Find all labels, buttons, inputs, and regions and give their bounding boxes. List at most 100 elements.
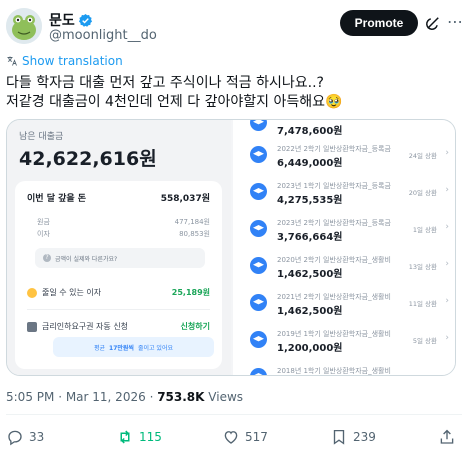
action-bar: 33 115 517 239 (0, 425, 468, 451)
meta-separator: · (58, 390, 66, 404)
loan-name: 2022년 2학기 일반상환학자금_등록금 (277, 145, 391, 153)
repost-button[interactable]: 115 (116, 428, 162, 446)
translate-icon (7, 56, 17, 66)
coin-icon (27, 287, 37, 298)
loan-due: 13일 상환 (408, 263, 437, 271)
chevron-right-icon: › (445, 259, 449, 269)
tweet-text: 다들 학자금 대출 먼저 갚고 주식이나 적금 하시나요..? 저같경 대출금이… (6, 74, 462, 112)
show-translation-link[interactable]: Show translation (6, 54, 123, 68)
repost-count: 115 (139, 430, 162, 444)
promote-button[interactable]: Promote (340, 10, 418, 36)
loan-item: 2023년 1학기 일반상환학자금_등록금 4,275,535원 20일 상환 … (233, 175, 455, 211)
question-icon: ? (43, 254, 51, 262)
like-count: 517 (245, 430, 268, 444)
loan-amount: 3,766,664원 (277, 232, 343, 243)
loan-due: 11일 상환 (408, 300, 437, 308)
auto-apply-row: 금리인하요구권 자동 신청 (27, 321, 128, 332)
grok-icon[interactable] (424, 14, 442, 32)
loan-item: 2023년 2학기 일반상환학자금_등록금 3,766,664원 1일 상환 › (233, 212, 455, 248)
frog-avatar-icon (6, 8, 42, 44)
banner-suffix: 줄이고 있어요 (137, 344, 173, 352)
chevron-right-icon: › (445, 185, 449, 195)
loan-amount: 1,200,000원 (277, 343, 343, 354)
loan-item: 2018년 1학기 일반상환학자금_생활비 (233, 360, 455, 375)
graduation-cap-icon (250, 368, 267, 375)
reply-count: 33 (29, 430, 45, 444)
tweet-line-2: 저같경 대출금이 4천인데 언제 다 갚아야할지 아득해요🥹 (6, 94, 343, 110)
loan-name: 2023년 1학기 일반상환학자금_등록금 (277, 182, 391, 190)
interest-label: 이자 (37, 230, 50, 238)
remaining-loan-amount: 42,622,616원 (19, 148, 157, 170)
monthly-payment-title: 이번 달 갚을 돈 (27, 194, 87, 204)
calendar-icon (27, 321, 37, 332)
loan-name: 2023년 2학기 일반상환학자금_등록금 (277, 219, 391, 227)
repost-icon (120, 430, 130, 444)
bookmark-count: 239 (353, 430, 376, 444)
monthly-payment-total: 558,037원 (160, 194, 210, 204)
principal-label: 원금 (37, 218, 50, 226)
loan-amount: 1,462,500원 (277, 306, 343, 317)
loan-item: 2021년 2학기 일반상환학자금_생활비 1,462,500원 11일 상환 … (233, 286, 455, 322)
loan-amount: 4,275,535원 (277, 195, 343, 206)
interest-value: 80,853원 (179, 230, 210, 238)
display-name[interactable]: 문도 (49, 10, 75, 30)
share-icon (440, 429, 454, 444)
chevron-right-icon: › (445, 333, 449, 343)
loan-name: 2018년 1학기 일반상환학자금_생활비 (277, 367, 391, 375)
savable-interest-label: 줄일 수 있는 이자 (42, 288, 102, 297)
divider (6, 414, 462, 415)
translate-label: Show translation (22, 54, 123, 68)
handle[interactable]: @moonlight__do (49, 28, 157, 43)
bookmark-button[interactable]: 239 (330, 428, 376, 446)
reply-icon (8, 430, 22, 446)
graduation-cap-icon (250, 183, 267, 200)
more-options-icon[interactable]: ⋯ (446, 14, 464, 32)
loan-item: 2019년 1학기 일반상환학자금_생활비 1,200,000원 5일 상환 › (233, 323, 455, 359)
tweet-date[interactable]: Mar 11, 2026 (66, 390, 146, 404)
loan-item: 2022년 2학기 일반상환학자금_등록금 6,449,000원 24일 상환 … (233, 138, 455, 174)
name-row: 문도 (49, 10, 93, 30)
chevron-right-icon: › (445, 296, 449, 306)
reply-button[interactable]: 33 (6, 428, 44, 446)
graduation-cap-icon (250, 220, 267, 237)
loan-due: 5일 상환 (412, 337, 437, 345)
loan-list-screenshot: 7,478,600원 2022년 2학기 일반상환학자금_등록금 6,449,0… (233, 120, 455, 375)
media-attachment[interactable]: 남은 대출금 42,622,616원 이번 달 갚을 돈 558,037원 원금… (6, 119, 456, 376)
graduation-cap-icon (250, 294, 267, 311)
loan-amount: 6,449,000원 (277, 158, 343, 169)
banner-bold: 17만원씩 (109, 344, 134, 352)
tweet-header: 문도 @moonlight__do Promote ⋯ (6, 8, 464, 44)
auto-apply-link: 신청하기 (180, 322, 210, 331)
graduation-cap-icon (250, 257, 267, 274)
views-label: Views (208, 390, 244, 404)
savings-banner: 평균 17만원씩 줄이고 있어요 (53, 337, 214, 357)
loan-name: 2021년 2학기 일반상환학자금_생활비 (277, 293, 391, 301)
loan-summary-screenshot: 남은 대출금 42,622,616원 이번 달 갚을 돈 558,037원 원금… (7, 120, 231, 375)
savable-interest-row: 줄일 수 있는 이자 (27, 287, 101, 298)
view-count: 753.8K (157, 390, 205, 404)
amount-mismatch-help: ? 금액이 실제와 다른가요? (35, 248, 205, 268)
auto-apply-label: 금리인하요구권 자동 신청 (42, 322, 129, 331)
loan-amount: 7,478,600원 (277, 126, 343, 137)
like-button[interactable]: 517 (222, 428, 268, 446)
loan-name: 2020년 2학기 일반상환학자금_생활비 (277, 256, 391, 264)
help-text: 금액이 실제와 다른가요? (55, 255, 118, 263)
chevron-right-icon: › (445, 222, 449, 232)
tweet-line-1: 다들 학자금 대출 먼저 갚고 주식이나 적금 하시나요..? (6, 75, 324, 91)
loan-due: 24일 상환 (408, 152, 437, 160)
card-divider (27, 309, 210, 310)
tweet: 문도 @moonlight__do Promote ⋯ Show transla… (0, 0, 468, 458)
principal-value: 477,184원 (174, 218, 210, 226)
verified-badge-icon (78, 13, 92, 27)
loan-due: 20일 상환 (408, 189, 437, 197)
loan-due: 1일 상환 (412, 226, 437, 234)
loan-amount: 1,462,500원 (277, 269, 343, 280)
remaining-loan-label: 남은 대출금 (19, 132, 64, 142)
savable-interest-value: 25,189원 (171, 288, 210, 297)
monthly-payment-card: 이번 달 갚을 돈 558,037원 원금 477,184원 이자 80,853… (15, 181, 222, 369)
loan-item: 2020년 2학기 일반상환학자금_생활비 1,462,500원 13일 상환 … (233, 249, 455, 285)
share-button[interactable] (438, 428, 456, 446)
avatar[interactable] (6, 8, 42, 44)
tweet-time[interactable]: 5:05 PM (6, 390, 54, 404)
bookmark-icon (333, 429, 345, 445)
